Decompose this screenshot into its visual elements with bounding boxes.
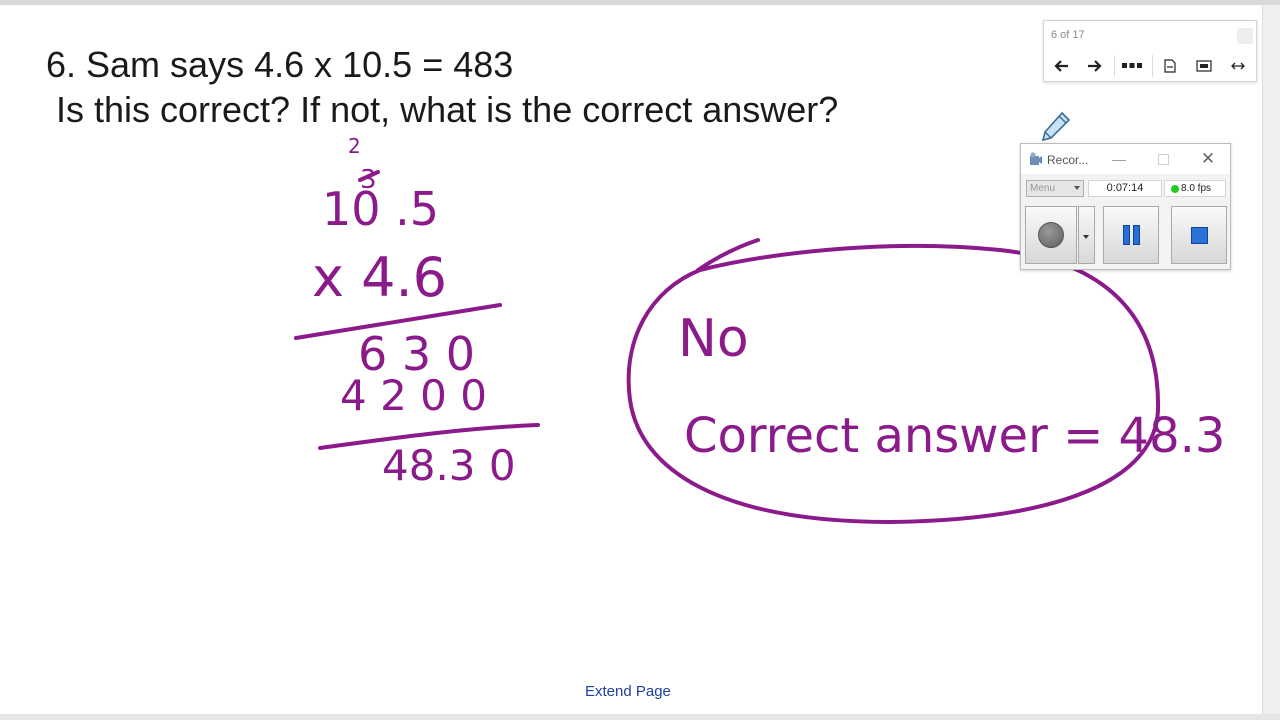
recorder-menu-dropdown[interactable]: Menu: [1026, 180, 1084, 197]
maximize-icon: [1157, 153, 1169, 165]
toolbar-separator: [1152, 55, 1153, 77]
record-icon: [1038, 222, 1064, 248]
window-bottom-border: [0, 714, 1280, 720]
final-product: 48.3 0: [382, 441, 516, 490]
fps-indicator: 8.0 fps: [1164, 180, 1226, 197]
recorder-title: Recor...: [1047, 153, 1089, 167]
page-sorter-button[interactable]: [1118, 54, 1146, 78]
answer-no: No: [678, 309, 749, 369]
carry-digit-crossed: 3: [360, 165, 377, 195]
pen-tool-button[interactable]: [1040, 110, 1072, 147]
status-dot-icon: [1171, 185, 1179, 193]
more-dots-icon: [1122, 63, 1142, 68]
arrow-left-icon: [1054, 60, 1068, 72]
fit-screen-button[interactable]: [1190, 54, 1218, 78]
vertical-scrollbar[interactable]: [1262, 5, 1280, 714]
maximize-button[interactable]: [1153, 149, 1173, 169]
pause-button[interactable]: [1103, 206, 1159, 264]
minimize-button[interactable]: —: [1109, 149, 1129, 169]
pause-icon: [1122, 225, 1130, 245]
chevron-down-icon: [1083, 235, 1089, 239]
fit-screen-icon: [1196, 60, 1212, 72]
fit-width-button[interactable]: [1224, 54, 1252, 78]
record-options-dropdown[interactable]: [1078, 206, 1095, 264]
question-line-1: 6. Sam says 4.6 x 10.5 = 483: [46, 44, 514, 85]
stop-button[interactable]: [1171, 206, 1227, 264]
chevron-down-icon: [1074, 186, 1080, 190]
page-counter: 6 of 17: [1051, 29, 1085, 41]
carry-digit-top: 2: [348, 134, 361, 158]
page-navigator: 6 of 17: [1043, 20, 1257, 82]
window-top-border: [0, 0, 1280, 5]
multiplier: x 4.6: [312, 246, 447, 309]
question-line-2: Is this correct? If not, what is the cor…: [56, 89, 839, 130]
screen-recorder-window: Recor... — ✕ Menu 0:07:14 8.0 fps: [1020, 143, 1231, 270]
navigator-close-button[interactable]: [1237, 28, 1253, 44]
carry-strike: [358, 170, 380, 182]
next-page-button[interactable]: [1081, 54, 1109, 78]
previous-page-button[interactable]: [1047, 54, 1075, 78]
partial-product-2: 4 2 0 0: [340, 371, 487, 420]
recording-timer: 0:07:14: [1088, 180, 1162, 197]
page-view-button[interactable]: [1156, 54, 1184, 78]
arrow-right-icon: [1088, 60, 1102, 72]
sum-line-2: [318, 423, 540, 450]
extend-page-link[interactable]: Extend Page: [585, 683, 671, 700]
answer-ellipse: [626, 238, 1161, 524]
stop-icon: [1190, 226, 1208, 244]
recorder-title-bar[interactable]: Recor... — ✕: [1021, 144, 1230, 174]
recorder-app-icon: [1029, 152, 1043, 171]
fps-value: 8.0 fps: [1181, 183, 1212, 194]
pause-icon: [1132, 225, 1140, 245]
toolbar-separator: [1114, 55, 1115, 77]
menu-label: Menu: [1030, 183, 1056, 194]
close-button[interactable]: ✕: [1197, 149, 1219, 169]
pencil-icon: [1041, 111, 1071, 142]
multiplicand: 10 .5: [322, 182, 439, 236]
record-button[interactable]: [1025, 206, 1077, 264]
sum-line-1: [294, 303, 502, 340]
partial-product-1: 6 3 0: [358, 327, 475, 381]
fit-width-icon: [1231, 62, 1245, 70]
answer-correct: Correct answer = 48.3: [684, 408, 1225, 464]
page-icon: [1164, 59, 1176, 73]
